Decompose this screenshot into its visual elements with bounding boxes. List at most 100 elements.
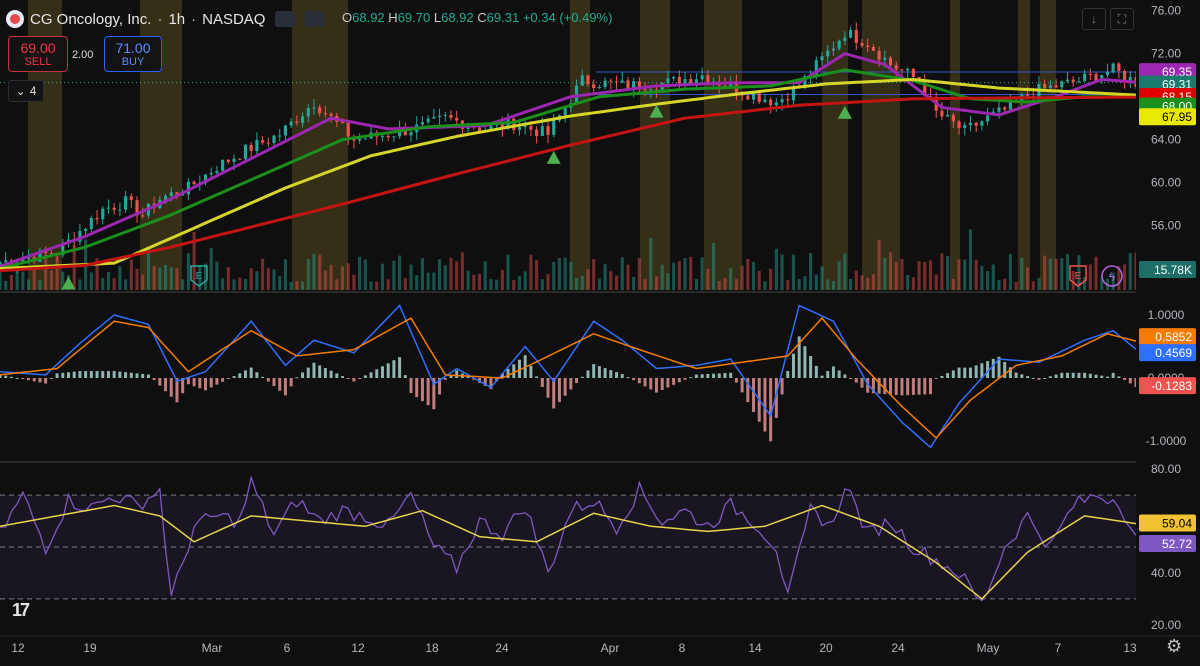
macd-histogram-bar bbox=[1048, 376, 1052, 378]
volume-bar bbox=[672, 262, 676, 290]
time-tick-label: Mar bbox=[202, 641, 223, 655]
candle-body bbox=[278, 135, 282, 137]
volume-bar bbox=[751, 261, 756, 290]
volume-bar bbox=[797, 278, 801, 290]
volume-bar bbox=[883, 257, 887, 290]
volume-bar bbox=[620, 257, 624, 290]
volume-bar bbox=[552, 262, 556, 290]
candle-body bbox=[0, 262, 2, 265]
volume-bar bbox=[466, 270, 470, 290]
volume-bar bbox=[495, 279, 499, 290]
sell-button[interactable]: 69.00 SELL bbox=[8, 36, 68, 72]
macd-histogram-bar bbox=[1123, 378, 1127, 380]
visibility-toggle-icon[interactable] bbox=[275, 11, 296, 27]
macd-histogram-bar bbox=[660, 378, 664, 390]
volume-bar bbox=[860, 275, 864, 290]
volume-bar bbox=[89, 272, 93, 290]
more-options-icon[interactable] bbox=[305, 11, 326, 27]
candle-body bbox=[392, 136, 396, 138]
volume-bar bbox=[934, 274, 938, 290]
rsi-tick-label: 80.00 bbox=[1151, 462, 1181, 476]
volume-bar bbox=[609, 271, 613, 290]
tradingview-logo-icon[interactable]: 17 bbox=[12, 600, 30, 621]
chevron-down-icon: ⌄ bbox=[15, 84, 26, 98]
candle-body bbox=[592, 84, 596, 89]
volume-bar bbox=[398, 255, 402, 290]
macd-histogram-bar bbox=[940, 375, 944, 378]
macd-histogram-bar bbox=[666, 378, 670, 388]
macd-histogram-bar bbox=[649, 378, 653, 390]
candle-body bbox=[1077, 81, 1081, 83]
volume-bar bbox=[946, 256, 950, 290]
buy-button[interactable]: 71.00 BUY bbox=[104, 36, 162, 72]
volume-bar bbox=[158, 267, 162, 290]
volume-bar bbox=[4, 280, 8, 290]
macd-histogram-bar bbox=[809, 356, 813, 378]
macd-histogram-bar bbox=[883, 378, 887, 395]
macd-histogram-bar bbox=[329, 370, 333, 378]
macd-histogram-bar bbox=[283, 378, 287, 396]
candle-body bbox=[866, 45, 870, 48]
macd-histogram-bar bbox=[409, 378, 413, 394]
volume-bar bbox=[152, 265, 156, 290]
candle-body bbox=[940, 110, 944, 117]
gear-icon[interactable]: ⚙ bbox=[1166, 636, 1182, 657]
candle-body bbox=[517, 127, 522, 130]
interval[interactable]: 1h bbox=[168, 11, 185, 28]
candle-body bbox=[226, 159, 230, 162]
volume-bar bbox=[1043, 255, 1047, 290]
volume-bar bbox=[951, 278, 955, 290]
candle-body bbox=[997, 107, 1001, 112]
macd-histogram-bar bbox=[586, 370, 590, 378]
rsi-tick-label: 40.00 bbox=[1151, 566, 1181, 580]
macd-histogram-bar bbox=[974, 365, 978, 378]
volume-bar bbox=[557, 258, 561, 290]
macd-histogram-bar bbox=[278, 378, 282, 391]
macd-histogram-bar bbox=[15, 377, 19, 379]
indicators-collapse-button[interactable]: ⌄ 4 bbox=[8, 80, 44, 102]
candle-body bbox=[221, 159, 225, 171]
chart-canvas[interactable]: EEϟ 76.0072.0068.0064.0060.0056.0052.001… bbox=[0, 0, 1200, 666]
exchange: NASDAQ bbox=[202, 10, 266, 28]
volume-bar bbox=[1014, 281, 1018, 290]
volume-bar bbox=[712, 242, 716, 290]
volume-bar bbox=[980, 265, 984, 290]
candle-body bbox=[1054, 85, 1058, 88]
volume-bar bbox=[21, 271, 25, 290]
candle-body bbox=[751, 93, 756, 100]
volume-bar bbox=[963, 259, 967, 290]
macd-histogram-bar bbox=[89, 371, 93, 378]
volume-bar bbox=[124, 279, 128, 290]
volume-bar bbox=[814, 274, 818, 290]
candle-body bbox=[763, 99, 767, 102]
low-label: L bbox=[433, 10, 442, 25]
macd-histogram-bar bbox=[672, 378, 676, 385]
close-label: C bbox=[477, 10, 487, 25]
macd-histogram-bar bbox=[957, 367, 961, 378]
macd-histogram-bar bbox=[209, 378, 213, 388]
fullscreen-icon[interactable]: ⛶ bbox=[1110, 8, 1134, 30]
volume-bar bbox=[186, 253, 190, 290]
volume-bar bbox=[660, 264, 664, 290]
candle-body bbox=[900, 69, 904, 71]
candle-body bbox=[192, 181, 196, 185]
candle-body bbox=[786, 99, 790, 101]
download-icon[interactable]: ↓ bbox=[1082, 8, 1106, 30]
volume-bar bbox=[803, 276, 807, 290]
volume-bar bbox=[877, 239, 881, 290]
macd-histogram-bar bbox=[386, 363, 390, 378]
macd-histogram-bar bbox=[512, 364, 516, 378]
candle-body bbox=[289, 121, 293, 126]
symbol-header[interactable]: CG Oncology, Inc. · 1h · NASDAQ bbox=[6, 6, 326, 32]
macd-histogram-bar bbox=[318, 365, 322, 378]
macd-histogram-bar bbox=[21, 378, 25, 380]
macd-histogram-bar bbox=[706, 373, 710, 378]
macd-histogram-bar bbox=[289, 378, 293, 387]
macd-histogram-bar bbox=[717, 373, 721, 378]
macd-histogram-bar bbox=[900, 378, 904, 396]
macd-histogram-bar bbox=[928, 378, 932, 395]
volume-bar bbox=[991, 264, 995, 290]
candle-body bbox=[666, 78, 670, 83]
volume-bar bbox=[101, 278, 105, 290]
macd-histogram-label: -0.1283 bbox=[1151, 379, 1192, 393]
